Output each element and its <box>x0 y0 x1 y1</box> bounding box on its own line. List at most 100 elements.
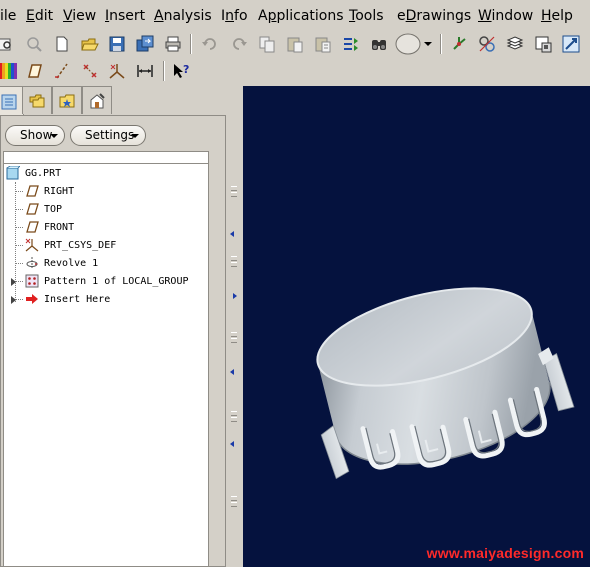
view-dropdown-icon[interactable] <box>394 32 424 56</box>
part-icon <box>6 166 20 180</box>
menu-help[interactable]: Help <box>541 8 573 24</box>
menu-mnemonic: T <box>349 8 356 24</box>
menu-mnemonic: A <box>154 8 164 24</box>
revolve-icon <box>25 256 39 270</box>
tree-item-pattern-1[interactable]: Pattern 1 of LOCAL_GROUP <box>25 272 189 290</box>
menu-mnemonic: W <box>478 8 492 24</box>
favorites-tab-icon <box>59 94 75 107</box>
splitter-grip <box>231 502 237 507</box>
splitter-grip <box>231 411 237 416</box>
menu-window[interactable]: Window <box>478 8 533 24</box>
panel-splitter[interactable] <box>228 86 242 567</box>
show-button[interactable]: Show <box>5 125 65 146</box>
menu-mnemonic: E <box>26 8 35 24</box>
datum-axis-icon[interactable] <box>51 60 73 82</box>
help-context-icon[interactable] <box>560 33 582 55</box>
menu-applications[interactable]: Applications <box>258 8 344 24</box>
expand-right-arrow-icon[interactable] <box>233 293 237 299</box>
tree-item-label: Revolve 1 <box>44 257 99 269</box>
open-partial-icon[interactable] <box>0 33 16 55</box>
tree-item-prt-csys-def[interactable]: PRT_CSYS_DEF <box>25 236 116 254</box>
tree-item-insert-here[interactable]: Insert Here <box>25 290 110 308</box>
color-appearance-icon[interactable] <box>0 60 19 82</box>
menu-edit[interactable]: Edit <box>26 8 53 24</box>
menu-file[interactable]: ile <box>0 8 16 24</box>
save-icon[interactable] <box>106 33 128 55</box>
toolbar-separator <box>163 61 165 81</box>
tree-connector <box>15 227 23 228</box>
collapse-left-arrow-icon[interactable] <box>230 369 234 375</box>
tree-item-front[interactable]: FRONT <box>25 218 74 236</box>
tree-item-label: TOP <box>44 203 63 215</box>
tree-item-label: FRONT <box>44 221 75 233</box>
splitter-grip <box>231 332 237 337</box>
chevron-down-icon <box>50 134 58 138</box>
datum-display-icon[interactable] <box>448 33 470 55</box>
tree-item-top[interactable]: TOP <box>25 200 62 218</box>
splitter-grip <box>231 496 237 501</box>
coordinate-system-icon[interactable] <box>106 60 128 82</box>
open-folder-icon[interactable] <box>79 33 101 55</box>
whats-this-icon[interactable]: ? <box>170 60 192 82</box>
paste-icon[interactable] <box>284 33 306 55</box>
collapse-left-arrow-icon[interactable] <box>230 231 234 237</box>
main-toolbar <box>0 31 590 57</box>
copy-icon[interactable] <box>256 33 278 55</box>
paste-special-icon[interactable] <box>312 33 334 55</box>
folder-browser-tab[interactable] <box>22 86 52 114</box>
tree-item-label: RIGHT <box>44 185 75 197</box>
regenerate-manager-icon[interactable] <box>340 33 362 55</box>
tree-item-right[interactable]: RIGHT <box>25 182 74 200</box>
splitter-grip <box>231 256 237 261</box>
datum-point-icon[interactable] <box>79 60 101 82</box>
regenerate-icon[interactable] <box>23 33 45 55</box>
view-dropdown-arrow-icon[interactable] <box>422 33 434 55</box>
menu-tools[interactable]: Tools <box>349 8 384 24</box>
save-copy-icon[interactable] <box>134 33 156 55</box>
menu-bar: ile Edit View Insert Analysis Info Appli… <box>0 0 590 31</box>
pattern-icon <box>25 274 39 288</box>
settings-button[interactable]: Settings <box>70 125 146 146</box>
find-icon[interactable] <box>368 33 390 55</box>
menu-analysis[interactable]: Analysis <box>154 8 212 24</box>
selection-filter-icon[interactable] <box>476 33 498 55</box>
measure-icon[interactable] <box>134 60 156 82</box>
datum-plane-icon[interactable] <box>23 60 45 82</box>
print-icon[interactable] <box>162 33 184 55</box>
connections-tab[interactable] <box>82 86 112 114</box>
model-tree-panel: Show Settings GG.PRT RIGHT TOP FRONT PRT… <box>0 115 226 567</box>
redo-icon[interactable] <box>228 33 250 55</box>
menu-mnemonic: D <box>405 8 417 24</box>
chevron-down-icon <box>131 134 139 138</box>
new-file-icon[interactable] <box>51 33 73 55</box>
sketch-view-icon[interactable] <box>532 33 554 55</box>
undo-icon[interactable] <box>199 33 221 55</box>
tree-root[interactable]: GG.PRT <box>6 164 61 182</box>
tree-item-label: Pattern 1 of LOCAL_GROUP <box>44 275 189 287</box>
menu-insert[interactable]: Insert <box>105 8 145 24</box>
tree-filter-bar[interactable] <box>3 151 209 164</box>
tree-root-label: GG.PRT <box>25 167 62 179</box>
collapse-left-arrow-icon[interactable] <box>230 441 234 447</box>
menu-mnemonic: H <box>541 8 552 24</box>
splitter-grip <box>231 417 237 422</box>
model-tree-tab[interactable] <box>0 86 24 116</box>
menu-mnemonic: I <box>105 8 110 24</box>
expand-icon[interactable] <box>11 296 16 304</box>
datum-toolbar: ? <box>0 58 590 85</box>
menu-info[interactable]: Info <box>221 8 248 24</box>
menu-edrawings[interactable]: eDrawings <box>397 8 471 24</box>
layers-icon[interactable] <box>504 33 526 55</box>
toolbar-separator <box>190 34 192 54</box>
graphics-viewport[interactable]: www.maiyadesign.com <box>243 86 590 567</box>
menu-mnemonic: V <box>63 8 73 24</box>
tree-item-label: PRT_CSYS_DEF <box>44 239 117 251</box>
expand-icon[interactable] <box>11 278 16 286</box>
tree-item-revolve-1[interactable]: Revolve 1 <box>25 254 98 272</box>
favorites-tab[interactable] <box>52 86 82 114</box>
model-tree-tab-icon <box>1 94 17 109</box>
splitter-grip <box>231 192 237 197</box>
tree-connector <box>15 245 23 246</box>
menu-mnemonic: p <box>267 8 277 24</box>
menu-view[interactable]: View <box>63 8 96 24</box>
